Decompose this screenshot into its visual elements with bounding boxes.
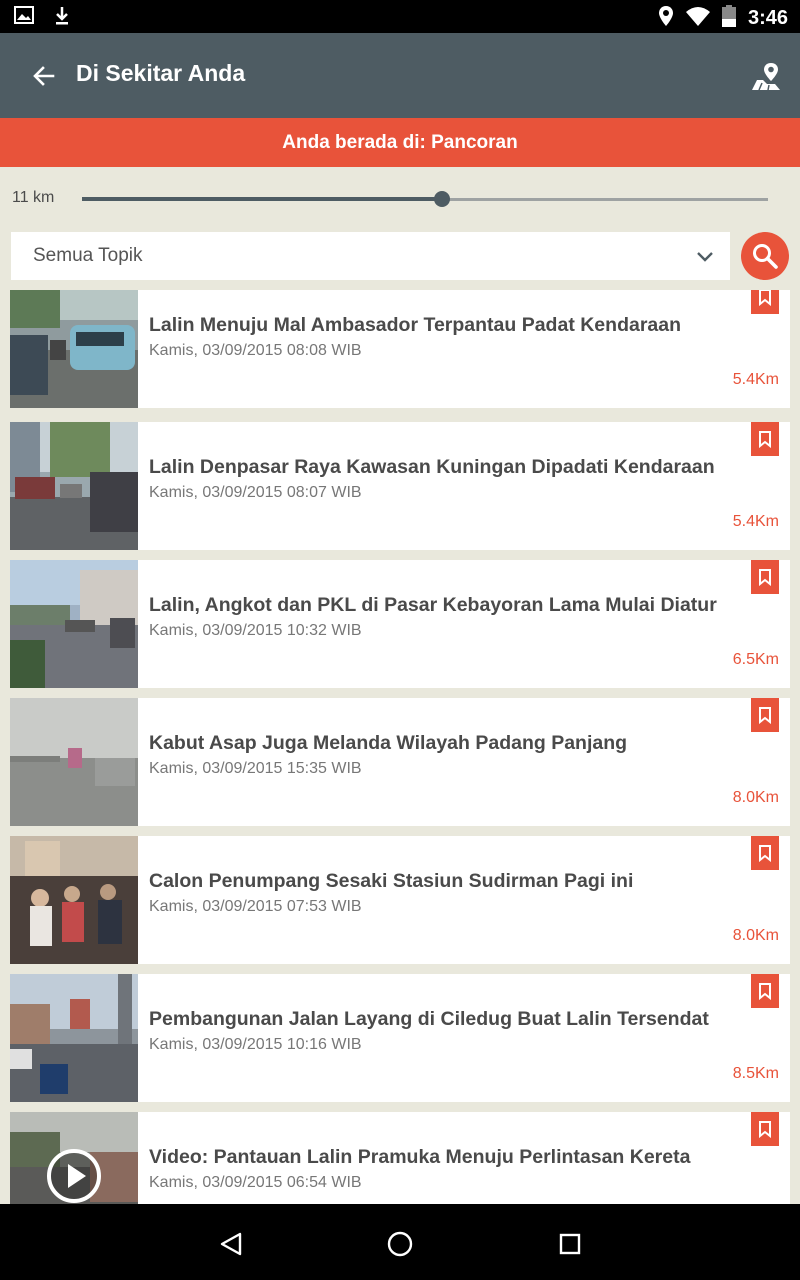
download-icon: [54, 6, 70, 30]
news-thumbnail: [10, 836, 138, 964]
bookmark-button[interactable]: [751, 1112, 779, 1146]
bookmark-button[interactable]: [751, 974, 779, 1008]
page-title: Di Sekitar Anda: [76, 60, 246, 86]
app-bar: Di Sekitar Anda: [0, 33, 800, 118]
news-thumbnail: [10, 698, 138, 826]
location-banner: Anda berada di: Pancoran: [0, 118, 800, 167]
news-thumbnail: [10, 560, 138, 688]
news-thumbnail: [10, 1112, 138, 1204]
bookmark-button[interactable]: [751, 836, 779, 870]
news-date: Kamis, 03/09/2015 10:32 WIB: [149, 622, 362, 639]
system-nav-bar: [0, 1204, 800, 1280]
bookmark-button[interactable]: [751, 698, 779, 732]
bookmark-icon: [759, 983, 771, 1000]
news-distance: 6.5Km: [732, 651, 779, 668]
bookmark-icon: [759, 569, 771, 586]
news-title: Pembangunan Jalan Layang di Ciledug Buat…: [149, 1008, 709, 1030]
news-card[interactable]: Video: Pantauan Lalin Pramuka Menuju Per…: [10, 1112, 790, 1204]
back-button[interactable]: [24, 56, 64, 96]
nav-home-button[interactable]: [380, 1224, 420, 1264]
location-icon: [658, 5, 674, 31]
nav-recents-button[interactable]: [550, 1224, 590, 1264]
home-circle-icon: [387, 1231, 413, 1257]
news-thumbnail: [10, 422, 138, 550]
map-location-button[interactable]: [744, 55, 788, 99]
news-distance: 5.4Km: [732, 513, 779, 530]
slider-thumb[interactable]: [434, 191, 451, 207]
news-date: Kamis, 03/09/2015 07:53 WIB: [149, 898, 362, 915]
news-thumbnail: [10, 974, 138, 1102]
news-date: Kamis, 03/09/2015 06:54 WIB: [149, 1174, 362, 1191]
news-card[interactable]: Pembangunan Jalan Layang di Ciledug Buat…: [10, 974, 790, 1102]
nav-back-button[interactable]: [211, 1224, 251, 1264]
wifi-icon: [685, 6, 710, 30]
slider-fill: [82, 197, 443, 201]
news-thumbnail: [10, 290, 138, 408]
arrow-left-icon: [33, 66, 55, 86]
news-title: Lalin Menuju Mal Ambasador Terpantau Pad…: [149, 314, 682, 336]
chevron-down-icon: [697, 252, 713, 262]
news-date: Kamis, 03/09/2015 15:35 WIB: [149, 760, 362, 777]
recents-square-icon: [559, 1233, 581, 1255]
bookmark-button[interactable]: [751, 560, 779, 594]
news-distance: 5.4Km: [732, 371, 779, 388]
news-card[interactable]: Lalin, Angkot dan PKL di Pasar Kebayoran…: [10, 560, 790, 688]
status-bar: 3:46: [0, 0, 800, 33]
bookmark-button[interactable]: [751, 422, 779, 456]
news-card[interactable]: Kabut Asap Juga Melanda Wilayah Padang P…: [10, 698, 790, 826]
search-button[interactable]: [741, 232, 789, 280]
news-title: Calon Penumpang Sesaki Stasiun Sudirman …: [149, 870, 634, 892]
battery-icon: [721, 5, 736, 31]
range-label: 11 km: [12, 189, 55, 206]
topic-dropdown[interactable]: Semua Topik: [11, 232, 730, 280]
news-distance: 8.5Km: [732, 1065, 779, 1082]
news-distance: 8.0Km: [732, 789, 779, 806]
news-distance: 8.0Km: [732, 927, 779, 944]
news-card[interactable]: Lalin Menuju Mal Ambasador Terpantau Pad…: [10, 290, 790, 408]
news-date: Kamis, 03/09/2015 10:16 WIB: [149, 1036, 362, 1053]
range-row: 11 km: [0, 178, 800, 222]
map-pin-icon: [752, 63, 780, 91]
topic-selected-value: Semua Topik: [33, 245, 143, 266]
bookmark-icon: [759, 845, 771, 862]
news-date: Kamis, 03/09/2015 08:08 WIB: [149, 342, 362, 359]
status-time: 3:46: [747, 6, 788, 29]
news-title: Kabut Asap Juga Melanda Wilayah Padang P…: [149, 732, 628, 754]
news-list: Lalin Menuju Mal Ambasador Terpantau Pad…: [0, 290, 800, 1204]
play-icon[interactable]: [46, 1148, 102, 1204]
bookmark-icon: [759, 707, 771, 724]
news-title: Lalin, Angkot dan PKL di Pasar Kebayoran…: [149, 594, 717, 616]
bookmark-icon: [759, 431, 771, 448]
bookmark-icon: [759, 1121, 771, 1138]
news-card[interactable]: Calon Penumpang Sesaki Stasiun Sudirman …: [10, 836, 790, 964]
news-title: Video: Pantauan Lalin Pramuka Menuju Per…: [149, 1146, 691, 1168]
search-icon: [753, 244, 778, 269]
bookmark-icon: [759, 290, 771, 306]
image-notification-icon: [14, 6, 34, 30]
back-triangle-icon: [220, 1232, 242, 1256]
distance-slider[interactable]: [82, 191, 768, 207]
news-title: Lalin Denpasar Raya Kawasan Kuningan Dip…: [149, 456, 715, 478]
bookmark-button[interactable]: [751, 290, 779, 314]
news-date: Kamis, 03/09/2015 08:07 WIB: [149, 484, 362, 501]
news-card[interactable]: Lalin Denpasar Raya Kawasan Kuningan Dip…: [10, 422, 790, 550]
